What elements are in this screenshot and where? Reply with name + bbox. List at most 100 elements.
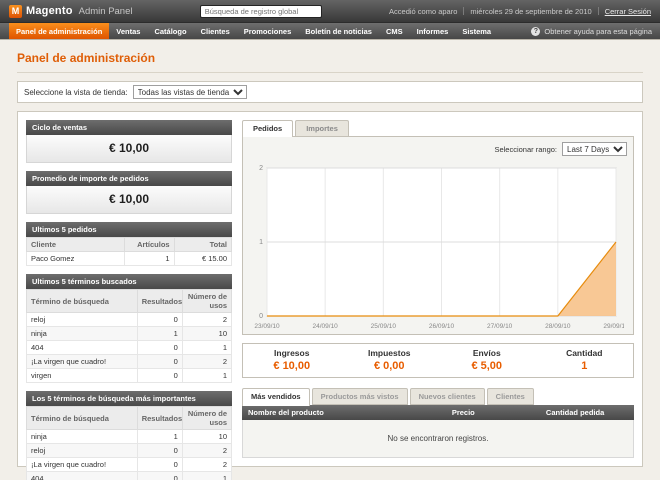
nav-item-cms[interactable]: CMS xyxy=(379,23,410,39)
column-header: Cantidad pedida xyxy=(540,405,634,420)
table-row[interactable]: virgen 0 1 xyxy=(27,369,232,383)
svg-text:0: 0 xyxy=(259,313,263,320)
panel-title: Promedio de importe de pedidos xyxy=(26,171,232,186)
cell-customer: Paco Gomez xyxy=(27,252,125,266)
magento-admin-window: M Magento Admin Panel Accedió como aparo… xyxy=(0,0,660,480)
nav-item-informes[interactable]: Informes xyxy=(410,23,456,39)
svg-text:23/09/10: 23/09/10 xyxy=(254,323,280,330)
top-header: M Magento Admin Panel Accedió como aparo… xyxy=(0,0,660,23)
stat-cantidad: Cantidad 1 xyxy=(536,348,634,372)
dashboard-container: Ciclo de ventas € 10,00 Promedio de impo… xyxy=(17,111,643,467)
column-header: Total xyxy=(174,238,231,252)
products-table-header: Nombre del producto Precio Cantidad pedi… xyxy=(242,405,634,420)
page-body: Panel de administración Seleccione la vi… xyxy=(0,40,660,467)
dashboard-left-column: Ciclo de ventas € 10,00 Promedio de impo… xyxy=(26,120,232,458)
average-orders-panel: Promedio de importe de pedidos € 10,00 xyxy=(26,171,232,214)
panel-title: Ultimos 5 términos buscados xyxy=(26,274,232,289)
top-search-terms-table: Término de búsqueda Resultados Número de… xyxy=(26,406,232,480)
last-orders-table: Cliente Artículos Total Paco Gomez 1 € 1… xyxy=(26,237,232,266)
stat-impuestos: Impuestos € 0,00 xyxy=(341,348,439,372)
svg-text:27/09/10: 27/09/10 xyxy=(487,323,513,330)
tab-nuevos-clientes[interactable]: Nuevos clientes xyxy=(410,388,485,405)
column-header: Resultados xyxy=(137,407,182,430)
products-empty-message: No se encontraron registros. xyxy=(242,420,634,458)
global-search-wrap xyxy=(141,5,382,18)
store-view-select[interactable]: Todas las vistas de tienda xyxy=(133,85,247,99)
grid-tabs: Más vendidos Productos más vistos Nuevos… xyxy=(242,388,634,405)
range-select[interactable]: Last 7 Days xyxy=(562,142,627,156)
tab-clientes[interactable]: Clientes xyxy=(487,388,534,405)
logo-text: Magento xyxy=(26,5,73,17)
nav-items: Panel de administración Ventas Catálogo … xyxy=(9,23,498,39)
logged-in-as: Accedió como aparo xyxy=(389,7,457,16)
lifetime-sales-panel: Ciclo de ventas € 10,00 xyxy=(26,120,232,163)
session-info: Accedió como aparo miércoles 29 de septi… xyxy=(389,7,651,16)
table-row[interactable]: ninja 1 10 xyxy=(27,430,232,444)
last-search-terms-table: Término de búsqueda Resultados Número de… xyxy=(26,289,232,383)
top-search-terms-panel: Los 5 términos de búsqueda más important… xyxy=(26,391,232,480)
last-orders-panel: Ultimos 5 pedidos Cliente Artículos Tota… xyxy=(26,222,232,266)
table-row[interactable]: ¡La virgen que cuadro! 0 2 xyxy=(27,458,232,472)
column-header: Número de usos xyxy=(182,407,231,430)
stat-envios: Envíos € 5,00 xyxy=(438,348,536,372)
nav-item-catalogo[interactable]: Catálogo xyxy=(147,23,193,39)
average-orders-value: € 10,00 xyxy=(26,186,232,214)
logo-subtitle: Admin Panel xyxy=(79,6,133,17)
stat-ingresos: Ingresos € 10,00 xyxy=(243,348,341,372)
panel-title: Ultimos 5 pedidos xyxy=(26,222,232,237)
column-header: Precio xyxy=(446,405,540,420)
svg-text:29/09/10: 29/09/10 xyxy=(603,323,624,330)
tab-mas-vendidos[interactable]: Más vendidos xyxy=(242,388,310,406)
tab-productos-mas-vistos[interactable]: Productos más vistos xyxy=(312,388,408,405)
chart-tabs: Pedidos Importes xyxy=(242,120,634,136)
nav-item-boletin[interactable]: Boletín de noticias xyxy=(298,23,379,39)
column-header: Cliente xyxy=(27,238,125,252)
orders-chart: 23/09/1024/09/1025/09/1026/09/1027/09/10… xyxy=(249,160,624,332)
panel-title: Ciclo de ventas xyxy=(26,120,232,135)
separator xyxy=(598,7,599,15)
table-row[interactable]: ¡La virgen que cuadro! 0 2 xyxy=(27,355,232,369)
nav-item-dashboard[interactable]: Panel de administración xyxy=(9,23,109,39)
store-view-bar: Seleccione la vista de tienda: Todas las… xyxy=(17,81,643,103)
column-header: Término de búsqueda xyxy=(27,407,138,430)
svg-text:28/09/10: 28/09/10 xyxy=(545,323,571,330)
cell-total: € 15.00 xyxy=(174,252,231,266)
nav-item-sistema[interactable]: Sistema xyxy=(455,23,498,39)
column-header: Término de búsqueda xyxy=(27,290,138,313)
table-row[interactable]: reloj 0 2 xyxy=(27,313,232,327)
help-icon: ? xyxy=(531,27,540,36)
stats-row: Ingresos € 10,00 Impuestos € 0,00 Envíos… xyxy=(242,343,634,378)
table-row[interactable]: Paco Gomez 1 € 15.00 xyxy=(27,252,232,266)
magento-logo: M Magento Admin Panel xyxy=(9,5,133,18)
nav-item-clientes[interactable]: Clientes xyxy=(194,23,237,39)
nav-item-ventas[interactable]: Ventas xyxy=(109,23,147,39)
nav-item-promociones[interactable]: Promociones xyxy=(237,23,299,39)
panel-title: Los 5 términos de búsqueda más important… xyxy=(26,391,232,406)
svg-text:26/09/10: 26/09/10 xyxy=(429,323,455,330)
table-row[interactable]: reloj 0 2 xyxy=(27,444,232,458)
cell-items: 1 xyxy=(125,252,174,266)
table-row[interactable]: 404 0 1 xyxy=(27,341,232,355)
dashboard-right-column: Pedidos Importes Seleccionar rango: Last… xyxy=(242,120,634,458)
tab-importes[interactable]: Importes xyxy=(295,120,349,136)
column-header: Artículos xyxy=(125,238,174,252)
svg-text:1: 1 xyxy=(259,239,263,246)
column-header: Resultados xyxy=(137,290,182,313)
lifetime-sales-value: € 10,00 xyxy=(26,135,232,163)
divider xyxy=(17,72,643,73)
tab-pedidos[interactable]: Pedidos xyxy=(242,120,293,137)
column-header: Nombre del producto xyxy=(242,405,446,420)
main-nav: Panel de administración Ventas Catálogo … xyxy=(0,23,660,40)
range-label: Seleccionar rango: xyxy=(494,145,557,154)
global-search-input[interactable] xyxy=(200,5,322,18)
store-view-label: Seleccione la vista de tienda: xyxy=(24,88,128,97)
table-row[interactable]: 404 0 1 xyxy=(27,472,232,480)
current-date: miércoles 29 de septiembre de 2010 xyxy=(470,7,591,16)
separator xyxy=(463,7,464,15)
magento-logo-icon: M xyxy=(9,5,22,18)
table-row[interactable]: ninja 1 10 xyxy=(27,327,232,341)
svg-text:24/09/10: 24/09/10 xyxy=(313,323,339,330)
page-help-link[interactable]: ? Obtener ayuda para esta página xyxy=(531,23,652,39)
logout-link[interactable]: Cerrar Sesión xyxy=(605,7,651,16)
column-header: Número de usos xyxy=(182,290,231,313)
